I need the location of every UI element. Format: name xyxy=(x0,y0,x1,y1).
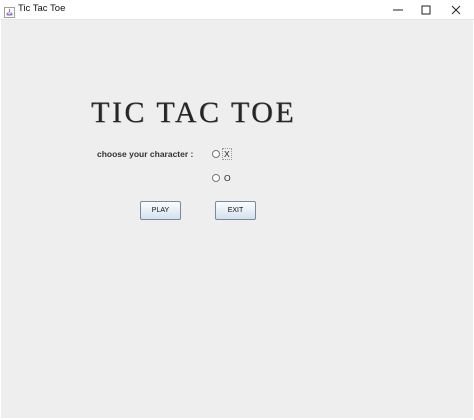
radio-option-x[interactable]: X xyxy=(212,148,232,160)
radio-x-circle[interactable] xyxy=(212,150,220,158)
play-button[interactable]: PLAY xyxy=(140,201,181,220)
java-app-icon xyxy=(4,3,15,18)
maximize-icon xyxy=(421,5,431,15)
minimize-icon xyxy=(393,9,403,11)
radio-option-o[interactable]: O xyxy=(212,173,232,183)
radio-o-circle[interactable] xyxy=(212,174,220,182)
radio-o-label[interactable]: O xyxy=(223,173,232,183)
close-icon xyxy=(451,5,461,15)
choose-character-label: choose your character : xyxy=(97,149,194,159)
title-bar: Tic Tac Toe xyxy=(0,0,474,20)
exit-button[interactable]: EXIT xyxy=(215,201,256,220)
main-panel: TIC TAC TOE choose your character : X O … xyxy=(1,20,473,418)
game-title-heading: TIC TAC TOE xyxy=(91,96,297,129)
close-button[interactable] xyxy=(438,1,474,19)
radio-x-label[interactable]: X xyxy=(222,148,232,160)
window-title: Tic Tac Toe xyxy=(18,3,66,14)
